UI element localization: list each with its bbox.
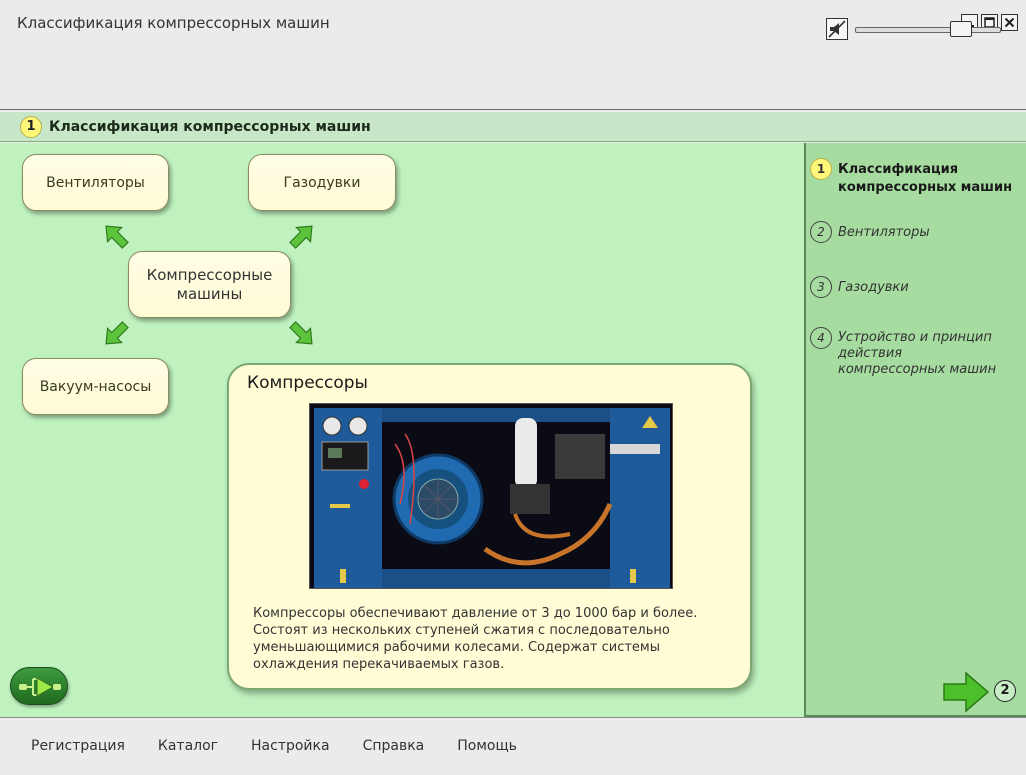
sidebar-item-1-number: 1 bbox=[810, 158, 832, 180]
close-icon bbox=[1004, 17, 1015, 28]
sidebar-item-3-label: Газодувки bbox=[838, 280, 909, 295]
sidebar-item-4-number: 4 bbox=[810, 327, 832, 349]
node-compressor-machines: Компрессорные машины bbox=[128, 251, 291, 318]
node-fans[interactable]: Вентиляторы bbox=[22, 154, 169, 211]
volume-slider-thumb[interactable] bbox=[950, 21, 973, 37]
next-arrow-icon bbox=[943, 671, 990, 713]
play-nav-icon bbox=[19, 677, 61, 697]
sidebar-item-2-label: Вентиляторы bbox=[838, 225, 930, 240]
node-vacuum-pumps[interactable]: Вакуум-насосы bbox=[22, 358, 169, 415]
sidebar-item-3-number: 3 bbox=[810, 276, 832, 298]
sound-toggle-button[interactable] bbox=[826, 18, 848, 40]
compressor-illustration bbox=[310, 404, 672, 588]
sidebar-item-3[interactable]: 3 Газодувки bbox=[810, 276, 1024, 300]
bottom-menu-bar: Регистрация Каталог Настройка Справка По… bbox=[0, 717, 1026, 775]
sidebar-item-4[interactable]: 4 Устройство и принцип действия компресс… bbox=[810, 327, 1024, 379]
arrow-down-left-icon bbox=[105, 321, 129, 345]
section-title: Классификация компрессорных машин bbox=[49, 119, 371, 135]
compressor-photo bbox=[309, 403, 673, 589]
node-fans-label: Вентиляторы bbox=[46, 174, 145, 191]
sound-muted-icon bbox=[828, 20, 846, 38]
sidebar-item-2-number: 2 bbox=[810, 221, 832, 243]
menu-catalog[interactable]: Каталог bbox=[158, 738, 218, 754]
sidebar-item-1-label: Классификация компрессорных машин bbox=[838, 162, 1013, 195]
menu-reference[interactable]: Справка bbox=[363, 738, 425, 754]
volume-slider-track[interactable] bbox=[855, 27, 1001, 33]
play-navigation-button[interactable] bbox=[10, 667, 68, 705]
card-title: Компрессоры bbox=[247, 373, 368, 393]
compressor-card: Компрессоры Компрессоры обеспечивают дав… bbox=[227, 363, 752, 690]
sidebar-item-2[interactable]: 2 Вентиляторы bbox=[810, 221, 1024, 245]
node-blowers[interactable]: Газодувки bbox=[248, 154, 396, 211]
section-header: 1 Классификация компрессорных машин bbox=[0, 112, 1026, 142]
sidebar-item-4-label: Устройство и принцип действия компрессор… bbox=[838, 330, 997, 377]
card-description: Компрессоры обеспечивают давление от 3 д… bbox=[253, 606, 698, 672]
menu-settings[interactable]: Настройка bbox=[251, 738, 330, 754]
main-content: Вентиляторы Газодувки Компрессорные маши… bbox=[0, 143, 804, 717]
menu-registration[interactable]: Регистрация bbox=[31, 738, 125, 754]
menu-help[interactable]: Помощь bbox=[457, 738, 517, 754]
next-page-number: 2 bbox=[994, 680, 1016, 702]
node-blowers-label: Газодувки bbox=[283, 174, 361, 191]
sidebar-item-1[interactable]: 1 Классификация компрессорных машин bbox=[810, 158, 1024, 198]
arrow-up-right-icon bbox=[289, 225, 313, 249]
sidebar-contents: 1 Классификация компрессорных машин 2 Ве… bbox=[804, 143, 1026, 717]
close-button[interactable] bbox=[1001, 14, 1018, 31]
section-number-badge: 1 bbox=[20, 116, 42, 138]
arrow-down-right-icon bbox=[289, 321, 313, 345]
window-title: Классификация компрессорных машин bbox=[17, 14, 330, 32]
arrow-up-left-icon bbox=[105, 225, 129, 249]
bottom-menu: Регистрация Каталог Настройка Справка По… bbox=[31, 738, 550, 754]
next-page-button[interactable]: 2 bbox=[942, 671, 1022, 713]
node-vacuum-label: Вакуум-насосы bbox=[39, 378, 152, 395]
title-bar: Классификация компрессорных машин bbox=[0, 0, 1026, 110]
node-center-label: Компрессорные машины bbox=[146, 265, 273, 303]
